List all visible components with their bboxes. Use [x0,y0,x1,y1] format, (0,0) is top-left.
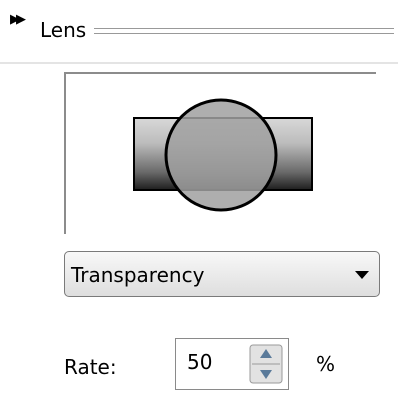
rate-value: 50 [187,350,213,374]
expand-double-arrow-icon[interactable]: ▶▶ [10,13,26,26]
header-divider [94,28,394,34]
panel-title: Lens [40,18,87,42]
rate-label: Rate: [64,355,117,379]
panel-header: ▶▶ Lens [0,0,398,60]
lens-mode-selected: Transparency [71,263,205,287]
rate-increment-button[interactable] [249,344,283,364]
lens-preview [133,98,313,212]
rate-unit-label: % [316,352,336,376]
chevron-down-icon [355,271,369,279]
rate-decrement-button[interactable] [249,364,283,384]
lens-circle [164,98,278,212]
header-separator [0,62,398,64]
lens-panel: ▶▶ Lens Transparency Rate: 50 % [0,0,398,407]
lens-mode-dropdown[interactable]: Transparency [64,251,380,297]
